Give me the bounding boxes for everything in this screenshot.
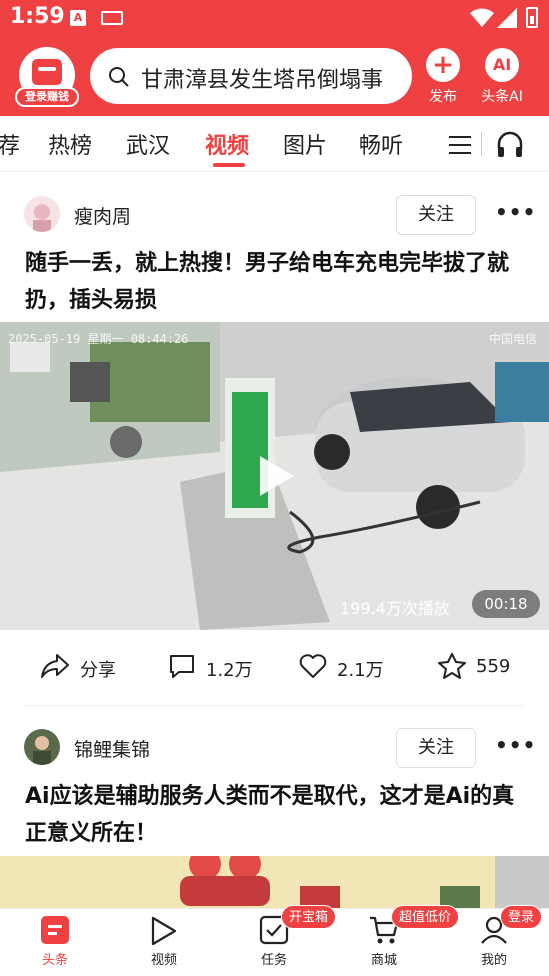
keyboard-icon <box>101 11 123 25</box>
nav-headlines-label: 头条 <box>41 953 68 968</box>
share-icon <box>41 654 69 678</box>
like-button[interactable]: 2.1万 <box>299 652 399 684</box>
more-options-icon[interactable]: ••• <box>495 200 536 224</box>
tab-wuhan[interactable]: 武汉 <box>126 128 170 160</box>
post-title[interactable]: 随手一丢，就上热搜！男子给电车充电完毕拔了就扔，插头易损 <box>25 245 530 319</box>
plus-icon: + <box>426 48 460 82</box>
nav-headlines[interactable]: 头条 <box>15 915 95 975</box>
video-thumbnail[interactable]: 2025-05-19 星期一 08:44:26 中国电信 199.4万次播放 0… <box>0 322 549 630</box>
bottom-navigation: 头条 视频 任务 商城 我的 开宝箱 超值低价 登录 <box>0 905 549 976</box>
follow-button[interactable]: 关注 <box>396 195 476 235</box>
nav-tasks-label: 任务 <box>260 953 287 968</box>
active-tab-indicator <box>213 163 245 167</box>
login-badge: 登录 <box>500 905 543 929</box>
video-play-icon <box>151 916 177 946</box>
headlines-icon <box>41 916 69 944</box>
post-divider <box>24 705 524 706</box>
camera-timestamp: 2025-05-19 星期一 08:44:26 <box>8 332 189 346</box>
status-time: 1:59 <box>10 4 65 29</box>
video-duration: 00:18 <box>472 590 540 618</box>
post-header: 锦鲤集锦 关注 ••• <box>0 728 549 769</box>
notification-a-icon: A <box>70 10 86 26</box>
share-button[interactable]: 分享 <box>40 652 130 684</box>
favorite-button[interactable]: 559 <box>437 652 537 684</box>
view-count: 199.4万次播放 <box>340 599 450 618</box>
thumbnail-image <box>0 856 549 910</box>
wifi-icon <box>470 8 494 27</box>
more-options-icon[interactable]: ••• <box>495 733 536 757</box>
comment-icon <box>170 655 194 678</box>
post-thumbnail[interactable] <box>0 856 549 910</box>
tabs-separator <box>481 132 482 156</box>
author-name[interactable]: 瘦肉周 <box>74 202 131 229</box>
search-icon <box>109 67 129 87</box>
login-avatar-button[interactable]: 登录赚钱 <box>15 47 79 107</box>
publish-button[interactable]: + 发布 <box>413 48 473 108</box>
heart-icon <box>299 654 327 678</box>
nav-video-label: 视频 <box>150 953 177 968</box>
tab-video[interactable]: 视频 <box>205 128 249 160</box>
like-count: 2.1万 <box>337 660 384 681</box>
battery-icon <box>526 7 538 28</box>
search-bar[interactable]: 甘肃漳县发生塔吊倒塌事 <box>90 48 412 104</box>
treasure-badge: 开宝箱 <box>281 905 337 929</box>
toutiao-ai-button[interactable]: AI 头条AI <box>472 48 532 108</box>
post-title[interactable]: Ai应该是辅助服务人类而不是取代，这才是Ai的真正意义所在！ <box>25 778 530 852</box>
ai-icon: AI <box>485 48 519 82</box>
author-avatar[interactable] <box>24 196 60 232</box>
favorite-count: 559 <box>476 656 511 677</box>
search-input[interactable]: 甘肃漳县发生塔吊倒塌事 <box>141 62 407 94</box>
status-bar: 1:59 A <box>0 0 549 36</box>
tab-hot[interactable]: 热榜 <box>48 128 92 160</box>
signal-icon <box>497 8 517 28</box>
post-header: 瘦肉周 关注 ••• <box>0 195 549 236</box>
author-avatar[interactable] <box>24 729 60 765</box>
tab-listen[interactable]: 畅听 <box>359 128 403 160</box>
toutiao-logo-icon <box>32 59 62 85</box>
comment-count: 1.2万 <box>206 660 253 681</box>
post-actions: 分享 1.2万 2.1万 559 <box>0 638 549 698</box>
follow-button[interactable]: 关注 <box>396 728 476 768</box>
comment-button[interactable]: 1.2万 <box>168 652 268 684</box>
star-icon <box>438 653 466 679</box>
tab-recommend[interactable]: 荐 <box>0 128 20 160</box>
share-label: 分享 <box>80 660 116 681</box>
tab-pictures[interactable]: 图片 <box>283 128 327 160</box>
channel-tabs: 荐 热榜 武汉 视频 图片 畅听 <box>0 116 549 172</box>
author-name[interactable]: 锦鲤集锦 <box>74 735 150 762</box>
nav-me-label: 我的 <box>480 953 507 968</box>
channel-menu-icon[interactable] <box>449 135 471 155</box>
low-price-badge: 超值低价 <box>391 905 460 929</box>
publish-label: 发布 <box>429 89 457 105</box>
ai-label: 头条AI <box>481 89 523 105</box>
nav-mall-label: 商城 <box>370 953 397 968</box>
camera-operator-label: 中国电信 <box>488 332 537 346</box>
login-earn-badge: 登录赚钱 <box>15 87 79 107</box>
headphones-icon[interactable] <box>496 131 524 159</box>
play-icon[interactable] <box>256 454 296 498</box>
nav-video[interactable]: 视频 <box>124 915 204 975</box>
